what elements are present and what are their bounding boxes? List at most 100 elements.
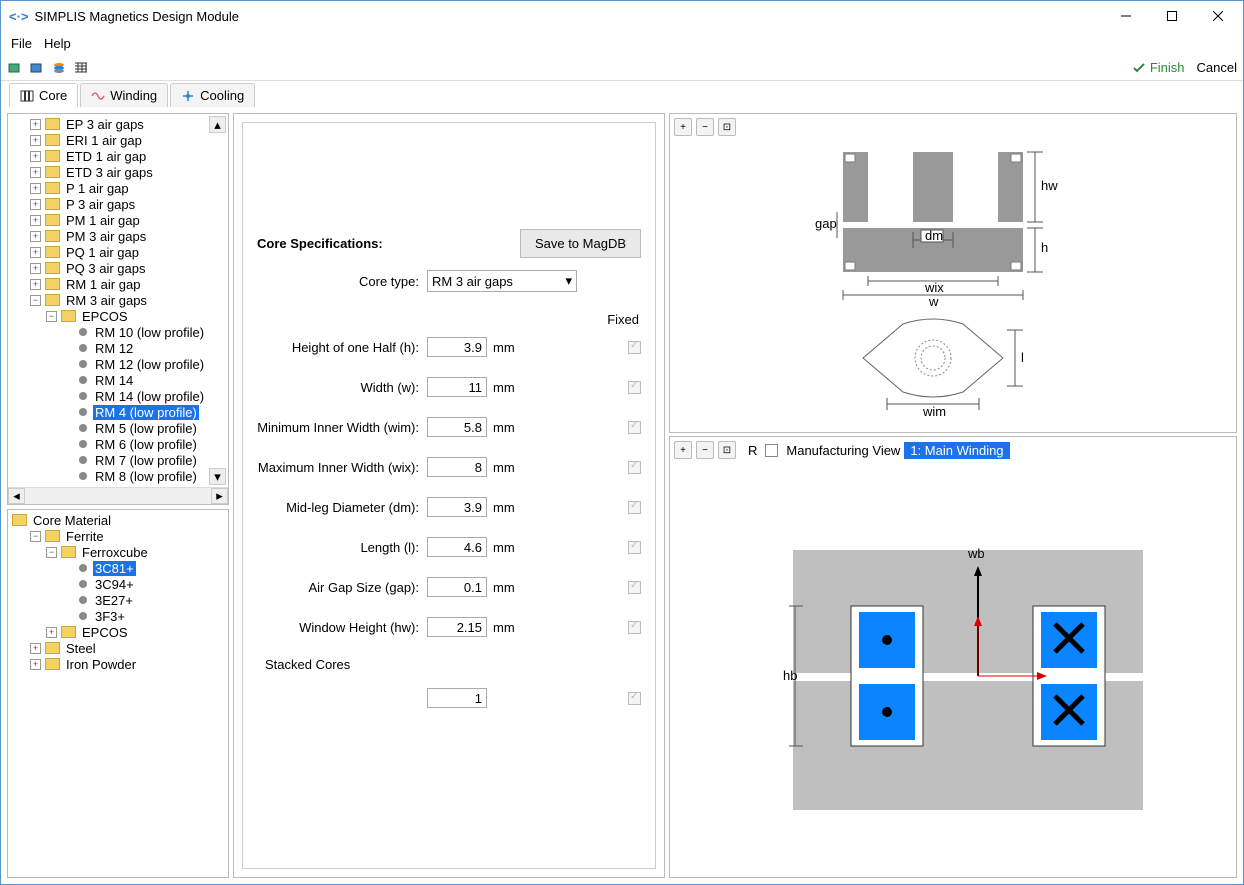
tree-item[interactable]: RM 8 (low profile) [8, 468, 228, 484]
param-fixed-checkbox[interactable] [628, 381, 641, 394]
save-to-magdb-button[interactable]: Save to MagDB [520, 229, 641, 258]
param-input[interactable] [427, 497, 487, 517]
expander-icon[interactable]: − [30, 295, 41, 306]
expander-icon[interactable]: + [30, 183, 41, 194]
tree-item[interactable]: +ETD 1 air gap [8, 148, 228, 164]
bullet-icon [79, 424, 87, 432]
tree-item[interactable]: +P 1 air gap [8, 180, 228, 196]
toolbar-icon-3[interactable] [51, 60, 67, 76]
tree-item[interactable]: +RM 1 air gap [8, 276, 228, 292]
minimize-button[interactable] [1103, 2, 1149, 31]
zoom-out-button-2[interactable]: − [696, 441, 714, 459]
horizontal-scrollbar[interactable]: ◂▸ [8, 487, 228, 504]
winding-tag[interactable]: 1: Main Winding [904, 442, 1009, 459]
param-input[interactable] [427, 457, 487, 477]
tab-winding[interactable]: Winding [80, 83, 168, 107]
tree-item[interactable]: +PQ 1 air gap [8, 244, 228, 260]
tree-item[interactable]: RM 4 (low profile) [8, 404, 228, 420]
maximize-button[interactable] [1149, 2, 1195, 31]
tree-item[interactable]: RM 10 (low profile) [8, 324, 228, 340]
tree-item[interactable]: −RM 3 air gaps [8, 292, 228, 308]
expander-icon[interactable]: + [30, 659, 41, 670]
manufacturing-view-checkbox[interactable] [765, 444, 778, 457]
tree-item[interactable]: RM 14 [8, 372, 228, 388]
tab-core[interactable]: Core [9, 83, 78, 107]
toolbar: Finish Cancel [1, 55, 1243, 81]
tree-item[interactable]: +P 3 air gaps [8, 196, 228, 212]
param-input[interactable] [427, 577, 487, 597]
tree-item[interactable]: RM 12 [8, 340, 228, 356]
toolbar-icon-2[interactable] [29, 60, 45, 76]
expander-icon[interactable]: + [30, 643, 41, 654]
stacked-fixed-checkbox[interactable] [628, 692, 641, 705]
param-fixed-checkbox[interactable] [628, 461, 641, 474]
param-fixed-checkbox[interactable] [628, 501, 641, 514]
expander-icon[interactable]: − [46, 547, 57, 558]
expander-icon[interactable]: − [46, 311, 57, 322]
param-fixed-checkbox[interactable] [628, 541, 641, 554]
tree-item[interactable]: +Iron Powder [8, 656, 228, 672]
param-input[interactable] [427, 417, 487, 437]
toolbar-icon-1[interactable] [7, 60, 23, 76]
material-tree[interactable]: Core Material −Ferrite−Ferroxcube3C81+3C… [7, 509, 229, 878]
zoom-fit-button[interactable]: ⊡ [718, 118, 736, 136]
zoom-in-button-2[interactable]: + [674, 441, 692, 459]
expander-icon[interactable]: + [30, 279, 41, 290]
close-button[interactable] [1195, 2, 1241, 31]
expander-icon[interactable]: + [30, 119, 41, 130]
tree-item[interactable]: −Ferrite [8, 528, 228, 544]
tab-cooling[interactable]: Cooling [170, 83, 255, 107]
menu-file[interactable]: File [7, 34, 36, 53]
tree-item[interactable]: RM 7 (low profile) [8, 452, 228, 468]
zoom-out-button[interactable]: − [696, 118, 714, 136]
cancel-button[interactable]: Cancel [1197, 60, 1237, 75]
param-fixed-checkbox[interactable] [628, 581, 641, 594]
expander-icon[interactable]: + [30, 151, 41, 162]
tree-item[interactable]: +EPCOS [8, 624, 228, 640]
param-fixed-checkbox[interactable] [628, 421, 641, 434]
tree-item[interactable]: +PQ 3 air gaps [8, 260, 228, 276]
param-input[interactable] [427, 537, 487, 557]
zoom-fit-button-2[interactable]: ⊡ [718, 441, 736, 459]
tree-item[interactable]: +Steel [8, 640, 228, 656]
expander-icon[interactable]: − [30, 531, 41, 542]
param-fixed-checkbox[interactable] [628, 341, 641, 354]
r-label: R [748, 443, 757, 458]
toolbar-icon-4[interactable] [73, 60, 89, 76]
expander-icon[interactable]: + [30, 135, 41, 146]
tree-item[interactable]: +ETD 3 air gaps [8, 164, 228, 180]
tree-item[interactable]: +EP 3 air gaps [8, 116, 228, 132]
tree-item[interactable]: −EPCOS [8, 308, 228, 324]
param-input[interactable] [427, 617, 487, 637]
tree-item[interactable]: −Ferroxcube [8, 544, 228, 560]
scroll-down-button[interactable]: ▾ [209, 468, 226, 485]
param-input[interactable] [427, 337, 487, 357]
param-fixed-checkbox[interactable] [628, 621, 641, 634]
menu-help[interactable]: Help [40, 34, 75, 53]
tree-item[interactable]: 3F3+ [8, 608, 228, 624]
core-type-select[interactable]: RM 3 air gaps ▾ [427, 270, 577, 292]
finish-button[interactable]: Finish [1132, 60, 1185, 75]
tree-item[interactable]: 3C94+ [8, 576, 228, 592]
core-tree[interactable]: +EP 3 air gaps+ERI 1 air gap+ETD 1 air g… [7, 113, 229, 505]
expander-icon[interactable]: + [30, 167, 41, 178]
expander-icon[interactable]: + [30, 247, 41, 258]
tree-item[interactable]: +PM 1 air gap [8, 212, 228, 228]
scroll-up-button[interactable]: ▴ [209, 116, 226, 133]
zoom-in-button[interactable]: + [674, 118, 692, 136]
tree-item[interactable]: RM 12 (low profile) [8, 356, 228, 372]
expander-icon[interactable]: + [30, 231, 41, 242]
expander-icon[interactable]: + [30, 199, 41, 210]
expander-icon[interactable]: + [46, 627, 57, 638]
tree-item[interactable]: +PM 3 air gaps [8, 228, 228, 244]
tree-item[interactable]: 3E27+ [8, 592, 228, 608]
expander-icon[interactable]: + [30, 215, 41, 226]
expander-icon[interactable]: + [30, 263, 41, 274]
tree-item[interactable]: +ERI 1 air gap [8, 132, 228, 148]
stacked-cores-input[interactable] [427, 688, 487, 708]
tree-item[interactable]: RM 5 (low profile) [8, 420, 228, 436]
tree-item[interactable]: RM 14 (low profile) [8, 388, 228, 404]
tree-item[interactable]: 3C81+ [8, 560, 228, 576]
tree-item[interactable]: RM 6 (low profile) [8, 436, 228, 452]
param-input[interactable] [427, 377, 487, 397]
